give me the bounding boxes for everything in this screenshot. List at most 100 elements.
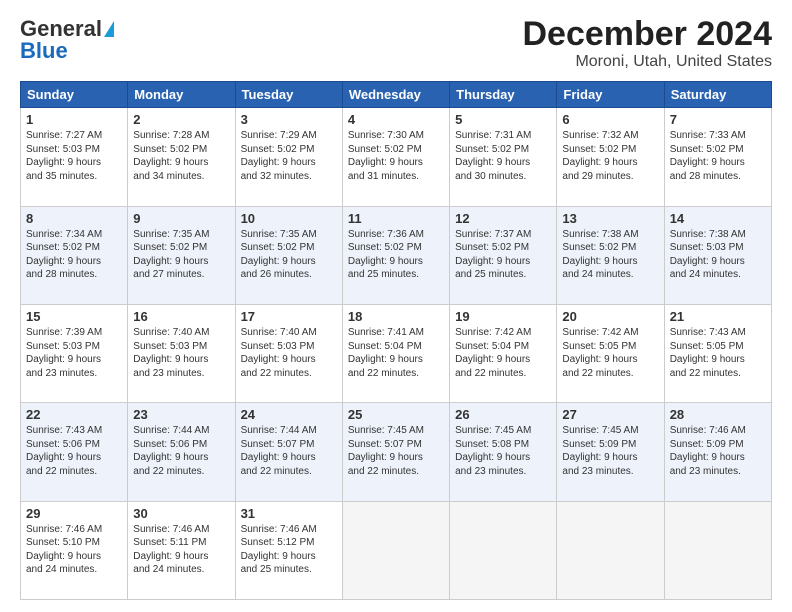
cell-text: Sunrise: 7:38 AM Sunset: 5:02 PM Dayligh… (562, 228, 658, 282)
cell-text: Sunrise: 7:40 AM Sunset: 5:03 PM Dayligh… (241, 326, 337, 380)
day-number: 6 (562, 112, 658, 127)
cell-text: Sunrise: 7:42 AM Sunset: 5:04 PM Dayligh… (455, 326, 551, 380)
day-number: 18 (348, 309, 444, 324)
cell-text: Sunrise: 7:35 AM Sunset: 5:02 PM Dayligh… (133, 228, 229, 282)
day-number: 24 (241, 407, 337, 422)
calendar-cell: 15Sunrise: 7:39 AM Sunset: 5:03 PM Dayli… (21, 305, 128, 403)
cell-text: Sunrise: 7:43 AM Sunset: 5:06 PM Dayligh… (26, 424, 122, 478)
calendar-cell: 19 Sunrise: 7:42 AM Sunset: 5:04 PM Dayli… (450, 305, 557, 403)
calendar-cell: 25 Sunrise: 7:45 AM Sunset: 5:07 PM Dayli… (342, 403, 449, 501)
calendar-cell: 24 Sunrise: 7:44 AM Sunset: 5:07 PM Dayli… (235, 403, 342, 501)
calendar-week-4: 22 Sunrise: 7:43 AM Sunset: 5:06 PM Dayli… (21, 403, 772, 501)
calendar-cell: 2 Sunrise: 7:28 AM Sunset: 5:02 PM Daylig… (128, 108, 235, 206)
calendar-cell (557, 501, 664, 599)
cell-text: Sunrise: 7:30 AM Sunset: 5:02 PM Dayligh… (348, 129, 444, 183)
day-number: 2 (133, 112, 229, 127)
cell-text: Sunrise: 7:40 AM Sunset: 5:03 PM Dayligh… (133, 326, 229, 380)
day-number: 7 (670, 112, 766, 127)
calendar-cell: 8 Sunrise: 7:34 AM Sunset: 5:02 PM Daylig… (21, 206, 128, 304)
cell-text: Sunrise: 7:32 AM Sunset: 5:02 PM Dayligh… (562, 129, 658, 183)
calendar-cell: 12 Sunrise: 7:37 AM Sunset: 5:02 PM Dayli… (450, 206, 557, 304)
day-number: 27 (562, 407, 658, 422)
calendar-body: 1Sunrise: 7:27 AM Sunset: 5:03 PM Daylig… (21, 108, 772, 600)
cell-text: Sunrise: 7:34 AM Sunset: 5:02 PM Dayligh… (26, 228, 122, 282)
calendar-cell: 20 Sunrise: 7:42 AM Sunset: 5:05 PM Dayli… (557, 305, 664, 403)
calendar-header-row: SundayMondayTuesdayWednesdayThursdayFrid… (21, 82, 772, 108)
calendar-cell: 7 Sunrise: 7:33 AM Sunset: 5:02 PM Daylig… (664, 108, 771, 206)
calendar-cell: 31Sunrise: 7:46 AM Sunset: 5:12 PM Dayli… (235, 501, 342, 599)
cell-text: Sunrise: 7:36 AM Sunset: 5:02 PM Dayligh… (348, 228, 444, 282)
day-number: 16 (133, 309, 229, 324)
cell-text: Sunrise: 7:39 AM Sunset: 5:03 PM Dayligh… (26, 326, 122, 380)
day-number: 5 (455, 112, 551, 127)
day-number: 10 (241, 211, 337, 226)
cell-text: Sunrise: 7:45 AM Sunset: 5:07 PM Dayligh… (348, 424, 444, 478)
title-block: December 2024 Moroni, Utah, United State… (522, 16, 772, 71)
day-number: 14 (670, 211, 766, 226)
cell-text: Sunrise: 7:31 AM Sunset: 5:02 PM Dayligh… (455, 129, 551, 183)
cell-text: Sunrise: 7:37 AM Sunset: 5:02 PM Dayligh… (455, 228, 551, 282)
calendar-cell: 3 Sunrise: 7:29 AM Sunset: 5:02 PM Daylig… (235, 108, 342, 206)
weekday-header-tuesday: Tuesday (235, 82, 342, 108)
weekday-header-sunday: Sunday (21, 82, 128, 108)
logo-triangle-icon (104, 21, 114, 37)
cell-text: Sunrise: 7:28 AM Sunset: 5:02 PM Dayligh… (133, 129, 229, 183)
day-number: 25 (348, 407, 444, 422)
calendar-cell: 30 Sunrise: 7:46 AM Sunset: 5:11 PM Dayli… (128, 501, 235, 599)
calendar-cell: 22 Sunrise: 7:43 AM Sunset: 5:06 PM Dayli… (21, 403, 128, 501)
cell-text: Sunrise: 7:38 AM Sunset: 5:03 PM Dayligh… (670, 228, 766, 282)
day-number: 9 (133, 211, 229, 226)
cell-text: Sunrise: 7:46 AM Sunset: 5:11 PM Dayligh… (133, 523, 229, 577)
weekday-header-saturday: Saturday (664, 82, 771, 108)
calendar-week-5: 29Sunrise: 7:46 AM Sunset: 5:10 PM Dayli… (21, 501, 772, 599)
calendar-cell (450, 501, 557, 599)
calendar-week-2: 8 Sunrise: 7:34 AM Sunset: 5:02 PM Daylig… (21, 206, 772, 304)
calendar-cell: 28Sunrise: 7:46 AM Sunset: 5:09 PM Dayli… (664, 403, 771, 501)
day-number: 17 (241, 309, 337, 324)
cell-text: Sunrise: 7:33 AM Sunset: 5:02 PM Dayligh… (670, 129, 766, 183)
day-number: 13 (562, 211, 658, 226)
day-number: 3 (241, 112, 337, 127)
day-number: 11 (348, 211, 444, 226)
weekday-header-friday: Friday (557, 82, 664, 108)
calendar-title: December 2024 (522, 16, 772, 53)
calendar-cell: 14 Sunrise: 7:38 AM Sunset: 5:03 PM Dayli… (664, 206, 771, 304)
cell-text: Sunrise: 7:42 AM Sunset: 5:05 PM Dayligh… (562, 326, 658, 380)
cell-text: Sunrise: 7:46 AM Sunset: 5:12 PM Dayligh… (241, 523, 337, 577)
page: General Blue December 2024 Moroni, Utah,… (0, 0, 792, 612)
day-number: 8 (26, 211, 122, 226)
cell-text: Sunrise: 7:43 AM Sunset: 5:05 PM Dayligh… (670, 326, 766, 380)
calendar-cell (342, 501, 449, 599)
cell-text: Sunrise: 7:46 AM Sunset: 5:10 PM Dayligh… (26, 523, 122, 577)
logo: General Blue (20, 16, 114, 64)
cell-text: Sunrise: 7:29 AM Sunset: 5:02 PM Dayligh… (241, 129, 337, 183)
day-number: 19 (455, 309, 551, 324)
calendar-cell: 16 Sunrise: 7:40 AM Sunset: 5:03 PM Dayli… (128, 305, 235, 403)
calendar-cell: 11 Sunrise: 7:36 AM Sunset: 5:02 PM Dayli… (342, 206, 449, 304)
weekday-header-thursday: Thursday (450, 82, 557, 108)
calendar-cell: 29Sunrise: 7:46 AM Sunset: 5:10 PM Dayli… (21, 501, 128, 599)
day-number: 1 (26, 112, 122, 127)
cell-text: Sunrise: 7:35 AM Sunset: 5:02 PM Dayligh… (241, 228, 337, 282)
day-number: 28 (670, 407, 766, 422)
day-number: 21 (670, 309, 766, 324)
calendar-cell (664, 501, 771, 599)
calendar-cell: 10 Sunrise: 7:35 AM Sunset: 5:02 PM Dayli… (235, 206, 342, 304)
day-number: 20 (562, 309, 658, 324)
calendar-cell: 5 Sunrise: 7:31 AM Sunset: 5:02 PM Daylig… (450, 108, 557, 206)
day-number: 23 (133, 407, 229, 422)
day-number: 30 (133, 506, 229, 521)
day-number: 4 (348, 112, 444, 127)
calendar-cell: 17 Sunrise: 7:40 AM Sunset: 5:03 PM Dayli… (235, 305, 342, 403)
cell-text: Sunrise: 7:44 AM Sunset: 5:06 PM Dayligh… (133, 424, 229, 478)
calendar-cell: 6 Sunrise: 7:32 AM Sunset: 5:02 PM Daylig… (557, 108, 664, 206)
calendar-week-1: 1Sunrise: 7:27 AM Sunset: 5:03 PM Daylig… (21, 108, 772, 206)
header: General Blue December 2024 Moroni, Utah,… (20, 16, 772, 71)
day-number: 22 (26, 407, 122, 422)
cell-text: Sunrise: 7:45 AM Sunset: 5:08 PM Dayligh… (455, 424, 551, 478)
day-number: 12 (455, 211, 551, 226)
calendar-cell: 1Sunrise: 7:27 AM Sunset: 5:03 PM Daylig… (21, 108, 128, 206)
cell-text: Sunrise: 7:44 AM Sunset: 5:07 PM Dayligh… (241, 424, 337, 478)
calendar-cell: 13 Sunrise: 7:38 AM Sunset: 5:02 PM Dayli… (557, 206, 664, 304)
weekday-header-wednesday: Wednesday (342, 82, 449, 108)
